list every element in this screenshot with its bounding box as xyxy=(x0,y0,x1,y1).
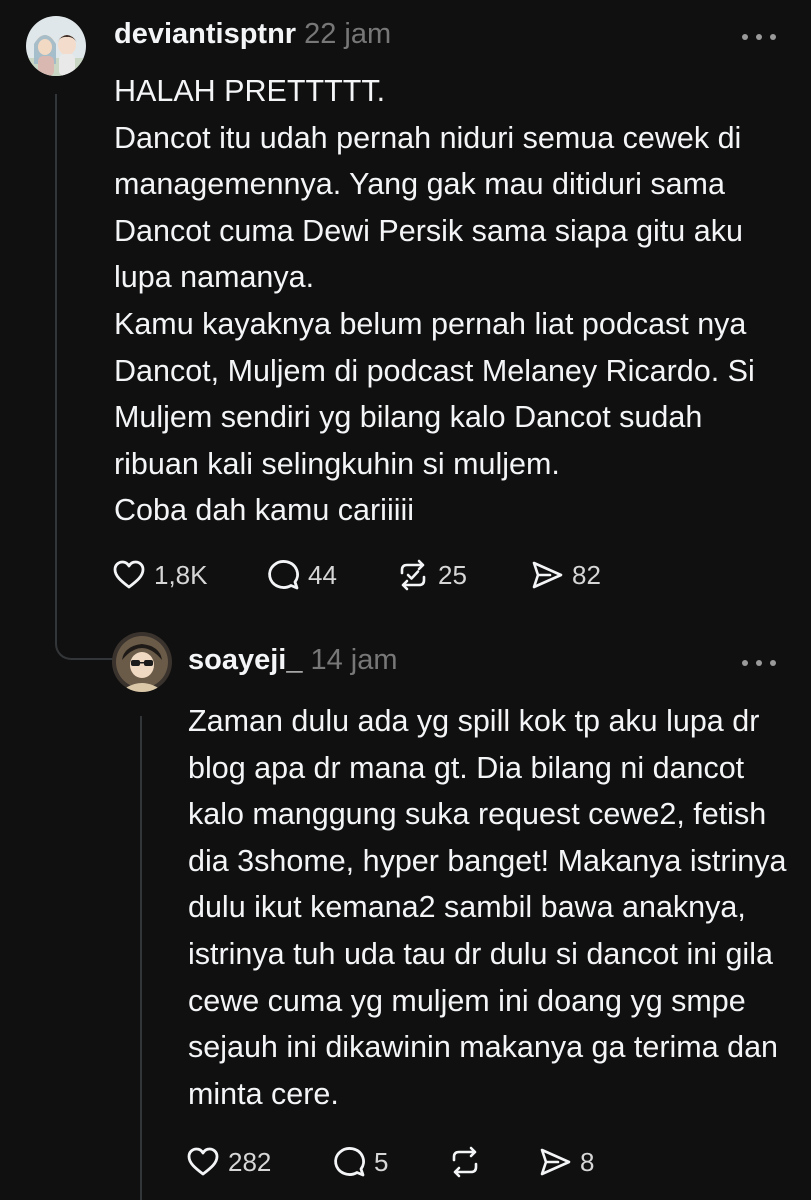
send-icon xyxy=(540,1148,571,1176)
post-actions: 282 5 8 xyxy=(186,1145,594,1179)
thread-line xyxy=(140,716,142,1200)
username[interactable]: soayeji_ xyxy=(188,644,302,677)
share-button[interactable]: 8 xyxy=(538,1145,594,1179)
avatar[interactable] xyxy=(112,632,172,692)
post-text: Zaman dulu ada yg spill kok tp aku lupa … xyxy=(188,704,787,1111)
comment-button[interactable]: 5 xyxy=(332,1145,448,1179)
like-button[interactable]: 282 xyxy=(186,1145,332,1179)
more-options-icon[interactable] xyxy=(742,658,776,668)
thread-post-2: soayeji_ 14 jam Zaman dulu ada yg spill … xyxy=(0,0,811,1200)
share-count: 8 xyxy=(580,1146,595,1177)
like-count: 282 xyxy=(228,1146,272,1177)
timestamp: 14 jam xyxy=(310,644,398,676)
comment-bubble-icon xyxy=(334,1147,365,1177)
heart-icon xyxy=(187,1147,219,1176)
repost-button[interactable] xyxy=(448,1145,538,1179)
repost-icon xyxy=(452,1146,478,1178)
comment-count: 5 xyxy=(374,1146,389,1177)
post-header: soayeji_ 14 jam xyxy=(188,644,398,677)
